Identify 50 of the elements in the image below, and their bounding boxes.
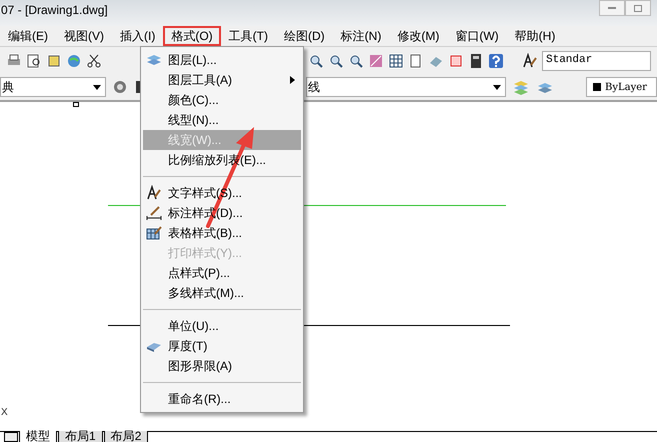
grid-icon[interactable] [388, 52, 404, 68]
dropdown-arrow-icon [93, 84, 101, 90]
maximize-button[interactable] [625, 0, 651, 16]
layout-tab[interactable]: 布局2 [104, 431, 148, 442]
zoom-icon[interactable] [348, 52, 364, 68]
menu-item[interactable]: 工具(T) [220, 26, 276, 46]
menu-item[interactable]: 图层(L)... [143, 50, 301, 70]
color-swatch [593, 83, 601, 91]
menu-item[interactable]: 绘图(D) [276, 26, 333, 46]
menu-item[interactable]: 插入(I) [112, 26, 164, 46]
menu-item[interactable]: 图形界限(A) [143, 356, 301, 376]
menu-item[interactable]: 颜色(C)... [143, 90, 301, 110]
grip-marker [73, 102, 79, 107]
menu-item[interactable]: 窗口(W) [447, 26, 507, 46]
text-style-field[interactable]: Standar [542, 50, 651, 70]
linetype-dropdown[interactable]: 线 [306, 77, 506, 97]
menu-item[interactable]: 图层工具(A) [143, 70, 301, 90]
command-line-text: X [1, 406, 8, 420]
table-style-icon [146, 225, 162, 241]
minimize-button[interactable] [599, 0, 625, 16]
tab-nav-button[interactable] [4, 432, 18, 442]
layout-tab[interactable]: 模型 [19, 431, 57, 442]
menu-item[interactable]: 帮助(H) [506, 26, 564, 46]
menu-item[interactable]: 标注(N) [332, 26, 390, 46]
text-style-icon [146, 185, 162, 201]
window-title: 07 - [Drawing1.dwg] [0, 2, 109, 19]
help-icon[interactable] [488, 52, 504, 68]
scissors-icon[interactable] [86, 52, 102, 68]
menu-item[interactable]: 厚度(T) [143, 336, 301, 356]
menu-item[interactable]: 编辑(E) [0, 26, 56, 46]
dropdown-arrow-icon [493, 84, 501, 90]
layout-tab[interactable]: 布局1 [58, 431, 103, 442]
dimension-style-icon [146, 205, 162, 221]
menu-item[interactable]: 表格样式(B)... [143, 223, 301, 243]
menu-item[interactable]: 线型(N)... [143, 110, 301, 130]
zoom-in-icon[interactable] [308, 52, 324, 68]
menu-item[interactable]: 单位(U)... [143, 316, 301, 336]
zoom-icon[interactable] [328, 52, 344, 68]
menu-item[interactable]: 重命名(R)... [143, 389, 301, 409]
menu-item[interactable]: 视图(V) [56, 26, 112, 46]
calculator-icon[interactable] [468, 52, 484, 68]
text-style-icon[interactable] [522, 52, 538, 68]
color-field[interactable]: ByLayer [586, 77, 657, 97]
layers-icon [146, 52, 162, 68]
menu-item[interactable]: 修改(M) [389, 26, 448, 46]
menu-item[interactable]: 格式(O) [163, 26, 221, 46]
menu-item[interactable]: 点样式(P)... [143, 263, 301, 283]
menu-item[interactable]: 多线样式(M)... [143, 283, 301, 303]
style-dropdown[interactable]: 典 [0, 77, 106, 97]
preview-icon[interactable] [26, 52, 42, 68]
